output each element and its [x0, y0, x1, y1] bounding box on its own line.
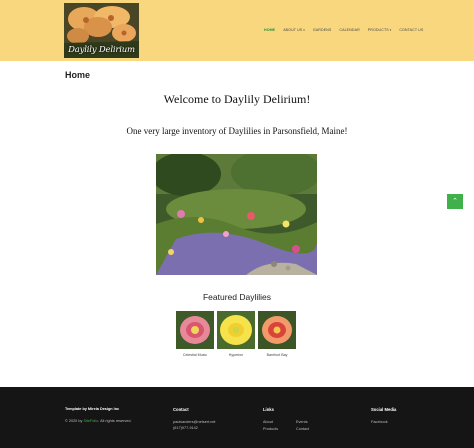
footer-links: About Events Products Contact — [263, 420, 326, 432]
contact-heading: Contact — [173, 407, 189, 412]
template-credit: Template by Mirela Design Inc — [65, 407, 120, 411]
daylily-photo — [258, 311, 296, 349]
footer-links-column: Links About Events Products Contact — [263, 407, 326, 432]
footer-contact-column: Contact paulsanders@netsert.net (617)977… — [173, 407, 215, 431]
garden-hero-image — [156, 154, 317, 275]
featured-item[interactable]: Barefoot Bay — [258, 311, 296, 357]
featured-caption: Hyperion — [228, 353, 244, 357]
logo-text: Daylily Delirium — [68, 45, 135, 55]
site-footer: Template by Mirela Design Inc © 2020 by … — [0, 387, 474, 448]
welcome-heading: Welcome to Daylily Delirium! — [163, 92, 311, 106]
footer-link-events[interactable]: Events — [296, 420, 326, 426]
daylily-photo — [217, 311, 255, 349]
footer-link-about[interactable]: About — [263, 420, 296, 426]
nav-calendar-label: CALENDAR — [339, 28, 360, 32]
featured-daylilies: Celestial Music Hyperion Barefoot Bay — [176, 311, 296, 357]
footer-credit-column: Template by Mirela Design Inc © 2020 by … — [65, 407, 132, 425]
back-to-top-button[interactable]: ⌃ — [447, 194, 463, 209]
nav-gardens-label: GARDENS — [312, 28, 332, 32]
featured-item[interactable]: Hyperion — [217, 311, 255, 357]
footer-social-column: Social Media Facebook — [371, 407, 396, 426]
copyright-suffix: . All rights reserved. — [98, 419, 132, 423]
featured-caption: Barefoot Bay — [266, 353, 288, 357]
contact-email[interactable]: paulsanders@netsert.net — [173, 420, 215, 426]
chevron-down-icon: ▾ — [303, 28, 305, 32]
copyright: © 2020 by SiteFolio. All rights reserved… — [65, 419, 132, 425]
main-nav: HOME ABOUT US ▾ GARDENS CALENDAR PRODUCT… — [264, 28, 431, 32]
nav-gardens[interactable]: GARDENS — [313, 28, 331, 32]
social-heading: Social Media — [371, 407, 397, 412]
nav-products-label: PRODUCTS — [367, 28, 389, 32]
links-heading: Links — [263, 407, 274, 412]
chevron-up-icon: ⌃ — [452, 198, 458, 205]
site-header: Daylily Delirium HOME ABOUT US ▾ GARDENS… — [0, 0, 474, 61]
chevron-down-icon: ▾ — [389, 28, 392, 32]
copyright-prefix: © 2020 by — [65, 419, 83, 423]
contact-phone: (617)977-9142 — [173, 425, 198, 430]
site-logo[interactable]: Daylily Delirium — [64, 3, 139, 58]
footer-link-products[interactable]: Products — [263, 427, 296, 433]
nav-home-label: HOME — [264, 28, 276, 32]
daylily-photo — [176, 311, 214, 349]
nav-contact-us[interactable]: CONTACT US — [399, 28, 423, 32]
featured-heading: Featured Daylilies — [202, 292, 272, 302]
nav-products[interactable]: PRODUCTS ▾ — [368, 28, 392, 32]
tagline: One very large inventory of Daylilies in… — [126, 126, 348, 136]
nav-contact-us-label: CONTACT US — [399, 28, 424, 32]
copyright-brand-link[interactable]: SiteFolio — [83, 419, 98, 423]
page-title: Home — [65, 70, 91, 80]
nav-about-us-label: ABOUT US — [283, 28, 303, 32]
nav-about-us[interactable]: ABOUT US ▾ — [283, 28, 305, 32]
nav-home[interactable]: HOME — [264, 28, 275, 32]
featured-item[interactable]: Celestial Music — [176, 311, 214, 357]
footer-link-contact[interactable]: Contact — [296, 427, 326, 433]
nav-calendar[interactable]: CALENDAR — [339, 28, 359, 32]
featured-caption: Celestial Music — [182, 353, 208, 357]
facebook-link[interactable]: Facebook — [371, 420, 396, 426]
